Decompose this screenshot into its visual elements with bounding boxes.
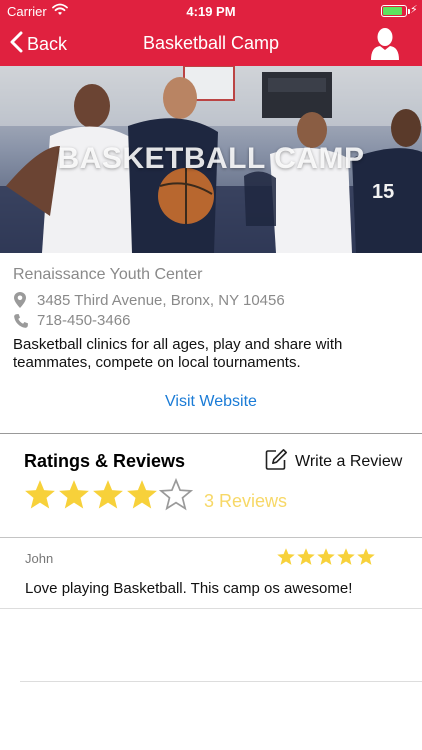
page-title: Basketball Camp [142,33,280,53]
overall-star-rating [23,478,193,512]
svg-text:15: 15 [372,181,394,203]
venue-description: Basketball clinics for all ages, play an… [13,336,343,371]
star-filled-icon [127,480,157,509]
phone-icon [13,313,35,329]
clock-time: 4:19 PM [186,4,236,19]
reviews-divider [0,537,422,538]
venue-name: Renaissance Youth Center [13,266,203,283]
empty-row-divider [20,681,422,682]
write-review-button[interactable]: Write a Review [265,448,402,476]
user-icon [369,28,401,66]
star-filled-icon [25,480,55,509]
star-filled-icon [357,548,375,565]
phone-row[interactable]: 718-450-3466 [13,312,130,329]
star-filled-icon [277,548,295,565]
review-author: John [25,551,54,566]
venue-address: 3485 Third Avenue, Bronx, NY 10456 [37,291,285,309]
address-row: 3485 Third Avenue, Bronx, NY 10456 [13,291,285,309]
edit-icon [265,448,288,476]
star-filled-icon [297,548,315,565]
section-divider [0,433,422,434]
star-filled-icon [93,480,123,509]
venue-phone: 718-450-3466 [37,312,131,329]
star-filled-icon [317,548,335,565]
review-star-rating [276,547,376,567]
hero-image: 15 BASKETBALL CAMP [0,66,422,253]
nav-bar: Back Basketball Camp [0,22,422,66]
star-filled-icon [59,480,89,509]
profile-button[interactable] [369,26,401,62]
status-bar: Carrier 4:19 PM ⚡ [0,0,422,22]
review-divider [0,608,422,609]
review-text: Love playing Basketball. This camp os aw… [25,580,353,597]
ratings-reviews-heading: Ratings & Reviews [24,451,186,471]
battery-icon [381,5,407,17]
charging-bolt-icon: ⚡ [410,4,418,16]
star-filled-icon [337,548,355,565]
write-review-label: Write a Review [295,453,403,470]
review-count-link[interactable]: 3 Reviews [204,491,287,512]
location-pin-icon [13,291,35,309]
battery-level-fill [383,7,402,15]
star-empty-icon [159,478,193,511]
hero-title: BASKETBALL CAMP [57,142,365,175]
visit-website-link[interactable]: Visit Website [0,393,422,411]
